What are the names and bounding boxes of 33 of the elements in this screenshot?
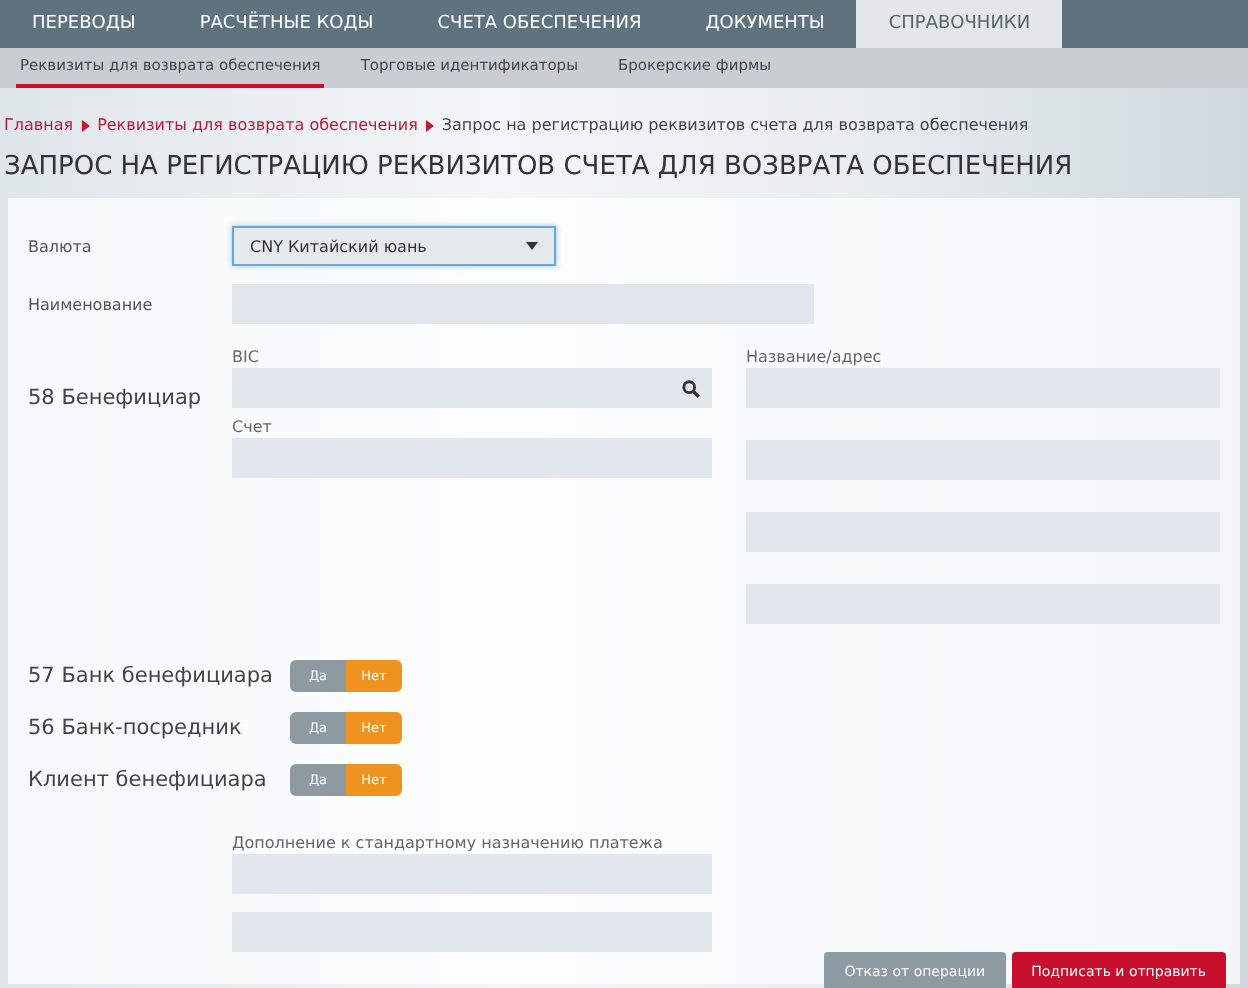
toggle-label: Клиент бенефициара xyxy=(28,768,269,792)
search-icon xyxy=(682,379,700,397)
breadcrumb-current: Запрос на регистрацию реквизитов счета для возврата обеспечения xyxy=(441,116,1029,134)
field-label: Название/адрес xyxy=(746,348,884,366)
nav-tab[interactable]: СЧЕТА ОБЕСПЕЧЕНИЯ xyxy=(405,0,674,48)
nav-tab[interactable]: РАСЧЁТНЫЕ КОДЫ xyxy=(167,0,406,48)
breadcrumb-arrow-icon xyxy=(425,119,434,131)
section-title: 58 Бенефициар xyxy=(28,386,204,410)
field-label: Наименование xyxy=(28,295,155,313)
purpose-field[interactable] xyxy=(232,854,712,894)
page-title: ЗАПРОС НА РЕГИСТРАЦИЮ РЕКВИЗИТОВ СЧЕТА ДЛЯ ВОЗВРАТА ОБЕСПЕЧЕНИЯ xyxy=(4,152,1075,182)
name-address-field[interactable] xyxy=(746,512,1220,552)
toggle-label: 56 Банк-посредник xyxy=(28,716,244,740)
breadcrumb-arrow-icon xyxy=(81,119,90,131)
nav-tab[interactable]: ПЕРЕВОДЫ xyxy=(0,0,168,48)
nav-tab[interactable]: СПРАВОЧНИКИ xyxy=(856,0,1063,48)
breadcrumb-link[interactable]: Главная xyxy=(4,116,74,134)
toggle-label: 57 Банк бенефициара xyxy=(28,664,275,688)
field-label: BIC xyxy=(232,348,261,366)
purpose-field[interactable] xyxy=(232,912,712,952)
breadcrumb-link[interactable]: Реквизиты для возврата обеспечения xyxy=(97,116,418,134)
account-field[interactable] xyxy=(232,438,712,478)
field-label: Дополнение к стандартному назначению платежа xyxy=(232,834,665,852)
name-address-field[interactable] xyxy=(746,368,1220,408)
field-label: Валюта xyxy=(28,237,94,255)
currency-select[interactable]: CNY Китайский юань xyxy=(232,226,556,266)
nav-tab[interactable]: ДОКУМЕНТЫ xyxy=(673,0,857,48)
name-field[interactable] xyxy=(232,284,814,324)
bic-field[interactable] xyxy=(232,368,712,408)
field-label: Счет xyxy=(232,418,274,436)
caret-icon xyxy=(526,242,538,250)
name-address-field[interactable] xyxy=(746,440,1220,480)
name-address-field[interactable] xyxy=(746,584,1220,624)
